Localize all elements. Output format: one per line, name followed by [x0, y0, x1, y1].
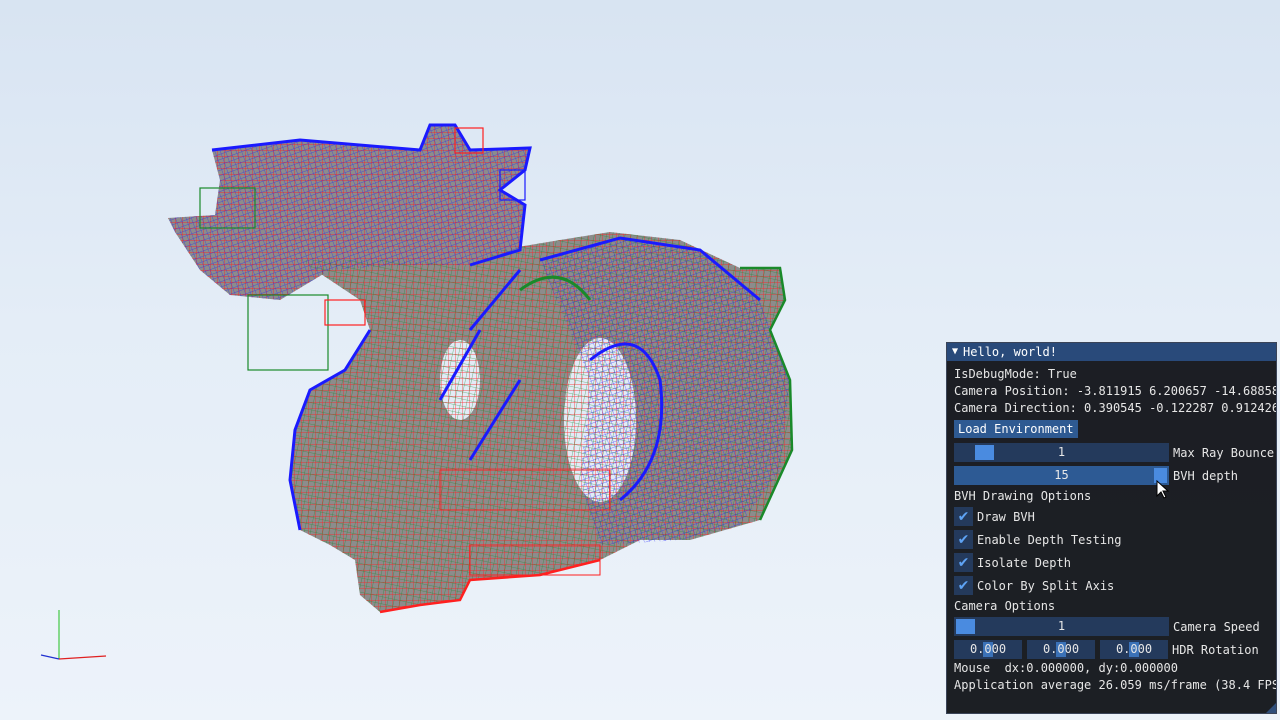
hdr-rotation-y-value: 0.000 [1042, 642, 1080, 656]
camera-speed-label: Camera Speed [1173, 619, 1260, 634]
bvh-depth-slider[interactable]: 15 [954, 466, 1169, 485]
render-viewport[interactable]: ▼ Hello, world! IsDebugMode: True Camera… [0, 0, 1280, 720]
bvh-depth-label: BVH depth [1173, 468, 1239, 483]
hdr-rotation-x[interactable]: 0.000 [954, 640, 1022, 659]
hdr-rotation-label: HDR Rotation [1172, 642, 1259, 657]
max-ray-bounce-row: 1 Max Ray Bounce [954, 441, 1276, 464]
max-ray-bounce-value: 1 [1057, 445, 1066, 459]
camera-direction-text: Camera Direction: 0.390545 -0.122287 0.9… [954, 401, 1276, 415]
camera-options-label: Camera Options [954, 599, 1056, 613]
load-environment-button[interactable]: Load Environment [954, 420, 1078, 438]
bvh-depth-row: 15 BVH depth [954, 464, 1276, 487]
isolate-depth-label: Isolate Depth [977, 555, 1071, 570]
isolate-depth-checkbox[interactable]: ✔ [954, 553, 973, 572]
slider-grab[interactable] [975, 445, 994, 460]
slider-grab[interactable] [956, 619, 975, 634]
mouse-info-text: Mouse dx:0.000000, dy:0.000000 [954, 661, 1178, 675]
hdr-rotation-z[interactable]: 0.000 [1100, 640, 1168, 659]
max-ray-bounce-label: Max Ray Bounce [1173, 445, 1275, 460]
draw-bvh-checkbox[interactable]: ✔ [954, 507, 973, 526]
panel-title: Hello, world! [963, 345, 1057, 359]
split-axis-row[interactable]: ✔ Color By Split Axis [954, 574, 1276, 597]
max-ray-bounce-slider[interactable]: 1 [954, 443, 1169, 462]
camera-speed-row: 1 Camera Speed [954, 615, 1276, 638]
camera-speed-slider[interactable]: 1 [954, 617, 1169, 636]
isolate-depth-row[interactable]: ✔ Isolate Depth [954, 551, 1276, 574]
depth-testing-row[interactable]: ✔ Enable Depth Testing [954, 528, 1276, 551]
split-axis-checkbox[interactable]: ✔ [954, 576, 973, 595]
bvh-depth-value: 15 [1054, 468, 1069, 482]
camera-position-text: Camera Position: -3.811915 6.200657 -14.… [954, 384, 1276, 398]
camera-speed-value: 1 [1057, 619, 1066, 633]
axis-gizmo [40, 610, 107, 660]
bvh-drawing-options-label: BVH Drawing Options [954, 489, 1092, 503]
triangle-down-icon[interactable]: ▼ [952, 345, 958, 359]
draw-bvh-label: Draw BVH [977, 509, 1035, 524]
hdr-rotation-y[interactable]: 0.000 [1027, 640, 1095, 659]
resize-grip[interactable] [1266, 703, 1276, 713]
split-axis-label: Color By Split Axis [977, 578, 1115, 593]
debug-panel[interactable]: ▼ Hello, world! IsDebugMode: True Camera… [946, 342, 1277, 714]
depth-testing-label: Enable Depth Testing [977, 532, 1122, 547]
hdr-rotation-row: 0.000 0.000 0.000 HDR Rotation [954, 638, 1276, 661]
debug-mode-text: IsDebugMode: True [954, 367, 1077, 381]
fps-info-text: Application average 26.059 ms/frame (38.… [954, 678, 1276, 692]
bvh-wireframe [168, 123, 794, 614]
depth-testing-checkbox[interactable]: ✔ [954, 530, 973, 549]
panel-title-bar[interactable]: ▼ Hello, world! [947, 343, 1276, 361]
hdr-rotation-x-value: 0.000 [969, 642, 1007, 656]
draw-bvh-row[interactable]: ✔ Draw BVH [954, 505, 1276, 528]
mouse-pointer-icon [1156, 480, 1170, 499]
hdr-rotation-z-value: 0.000 [1115, 642, 1153, 656]
